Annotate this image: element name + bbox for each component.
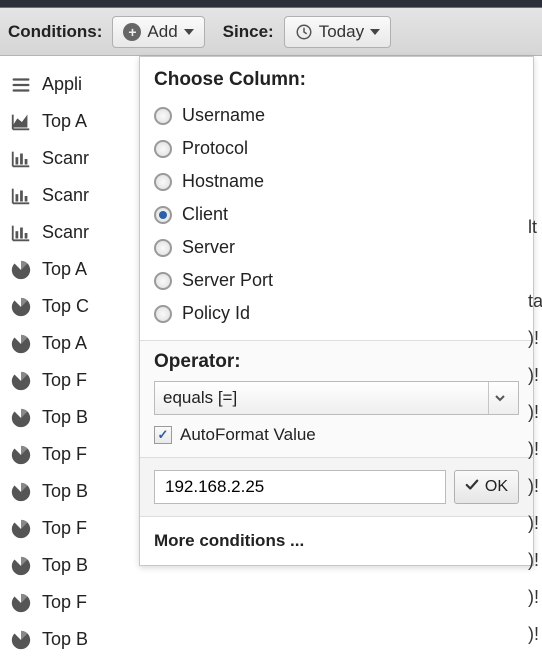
list-item-label: Top B bbox=[42, 481, 88, 502]
list-item-label: Top A bbox=[42, 333, 87, 354]
clipped-text: lt bbox=[528, 204, 542, 241]
clipped-text: )! bbox=[528, 315, 542, 352]
list-item-label: Top F bbox=[42, 444, 87, 465]
column-radio-option[interactable]: Hostname bbox=[154, 165, 519, 198]
clock-icon bbox=[295, 23, 313, 41]
clipped-text: )! bbox=[528, 389, 542, 426]
list-item[interactable]: Top F bbox=[10, 584, 540, 621]
autoformat-label: AutoFormat Value bbox=[180, 425, 316, 445]
clipped-text bbox=[528, 93, 542, 130]
column-radio-label: Client bbox=[182, 204, 228, 225]
operator-select[interactable]: equals [=] bbox=[154, 381, 519, 415]
column-radio-label: Protocol bbox=[182, 138, 248, 159]
autoformat-checkbox[interactable]: ✓ AutoFormat Value bbox=[154, 425, 519, 445]
pie-chart-icon bbox=[10, 333, 32, 355]
column-radio-option[interactable]: Policy Id bbox=[154, 297, 519, 330]
clipped-text bbox=[528, 56, 542, 93]
list-item-label: Appli bbox=[42, 74, 82, 95]
pie-chart-icon bbox=[10, 444, 32, 466]
add-button-label: Add bbox=[147, 22, 177, 42]
radio-icon bbox=[154, 239, 172, 257]
pie-chart-icon bbox=[10, 629, 32, 651]
list-item-label: Top F bbox=[42, 370, 87, 391]
chevron-down-icon bbox=[488, 382, 510, 414]
chevron-down-icon bbox=[184, 29, 194, 35]
list-item-label: Top A bbox=[42, 111, 87, 132]
clipped-text: )! bbox=[528, 574, 542, 611]
column-radio-option[interactable]: Server Port bbox=[154, 264, 519, 297]
pie-chart-icon bbox=[10, 370, 32, 392]
titlebar-strip bbox=[0, 0, 542, 8]
radio-icon bbox=[154, 107, 172, 125]
plus-icon: + bbox=[123, 23, 141, 41]
clipped-text: )! bbox=[528, 352, 542, 389]
column-radio-label: Hostname bbox=[182, 171, 264, 192]
column-radio-label: Server bbox=[182, 237, 235, 258]
area-chart-icon bbox=[10, 111, 32, 133]
toolbar: Conditions: + Add Since: Today bbox=[0, 8, 542, 56]
checkbox-icon: ✓ bbox=[154, 426, 172, 444]
bar-chart-icon bbox=[10, 222, 32, 244]
list-item[interactable]: Top B bbox=[10, 621, 540, 658]
list-item-label: Top A bbox=[42, 259, 87, 280]
list-chart-icon bbox=[10, 74, 32, 96]
since-button[interactable]: Today bbox=[284, 16, 391, 48]
clipped-text: )! bbox=[528, 537, 542, 574]
radio-icon bbox=[154, 305, 172, 323]
pie-chart-icon bbox=[10, 407, 32, 429]
radio-icon bbox=[154, 140, 172, 158]
ok-button[interactable]: OK bbox=[454, 470, 519, 504]
column-radio-option[interactable]: Username bbox=[154, 99, 519, 132]
operator-selected-value: equals [=] bbox=[163, 388, 237, 408]
column-radio-label: Server Port bbox=[182, 270, 273, 291]
list-item-label: Top F bbox=[42, 592, 87, 613]
column-radio-label: Policy Id bbox=[182, 303, 250, 324]
clipped-text: )! bbox=[528, 611, 542, 648]
clipped-text bbox=[528, 130, 542, 167]
ok-button-label: OK bbox=[485, 478, 508, 496]
radio-icon bbox=[154, 173, 172, 191]
clipped-text bbox=[528, 167, 542, 204]
list-item-label: Scanr bbox=[42, 222, 89, 243]
list-item-label: Top B bbox=[42, 407, 88, 428]
clipped-text: ta bbox=[528, 278, 542, 315]
column-radio-option[interactable]: Server bbox=[154, 231, 519, 264]
clipped-text: )! bbox=[528, 426, 542, 463]
more-conditions-link[interactable]: More conditions ... bbox=[140, 516, 533, 565]
choose-column-heading: Choose Column: bbox=[140, 57, 533, 99]
add-button[interactable]: + Add bbox=[112, 16, 204, 48]
pie-chart-icon bbox=[10, 296, 32, 318]
list-item-label: Top B bbox=[42, 629, 88, 650]
since-label: Since: bbox=[223, 22, 274, 42]
pie-chart-icon bbox=[10, 481, 32, 503]
operator-heading: Operator: bbox=[154, 351, 519, 373]
chevron-down-icon bbox=[370, 29, 380, 35]
pie-chart-icon bbox=[10, 259, 32, 281]
bar-chart-icon bbox=[10, 148, 32, 170]
column-radio-group: Username Protocol Hostname Client Server Serv… bbox=[140, 99, 533, 340]
radio-icon bbox=[154, 272, 172, 290]
pie-chart-icon bbox=[10, 518, 32, 540]
list-item-label: Top B bbox=[42, 555, 88, 576]
list-item-label: Top F bbox=[42, 518, 87, 539]
since-button-label: Today bbox=[319, 22, 364, 42]
add-condition-dropdown: Choose Column: Username Protocol Hostname C… bbox=[139, 56, 534, 566]
clipped-right-text: lt ta)!)!)!)!)!)!)!)!)! bbox=[528, 56, 542, 653]
column-radio-label: Username bbox=[182, 105, 265, 126]
pie-chart-icon bbox=[10, 592, 32, 614]
clipped-text: )! bbox=[528, 463, 542, 500]
conditions-label: Conditions: bbox=[8, 22, 102, 42]
column-radio-option[interactable]: Protocol bbox=[154, 132, 519, 165]
check-icon bbox=[465, 478, 479, 497]
column-radio-option[interactable]: Client bbox=[154, 198, 519, 231]
list-item-label: Scanr bbox=[42, 148, 89, 169]
list-item-label: Scanr bbox=[42, 185, 89, 206]
list-item-label: Top C bbox=[42, 296, 89, 317]
pie-chart-icon bbox=[10, 555, 32, 577]
value-input[interactable] bbox=[154, 470, 446, 504]
clipped-text bbox=[528, 241, 542, 278]
clipped-text: )! bbox=[528, 500, 542, 537]
bar-chart-icon bbox=[10, 185, 32, 207]
radio-icon bbox=[154, 206, 172, 224]
